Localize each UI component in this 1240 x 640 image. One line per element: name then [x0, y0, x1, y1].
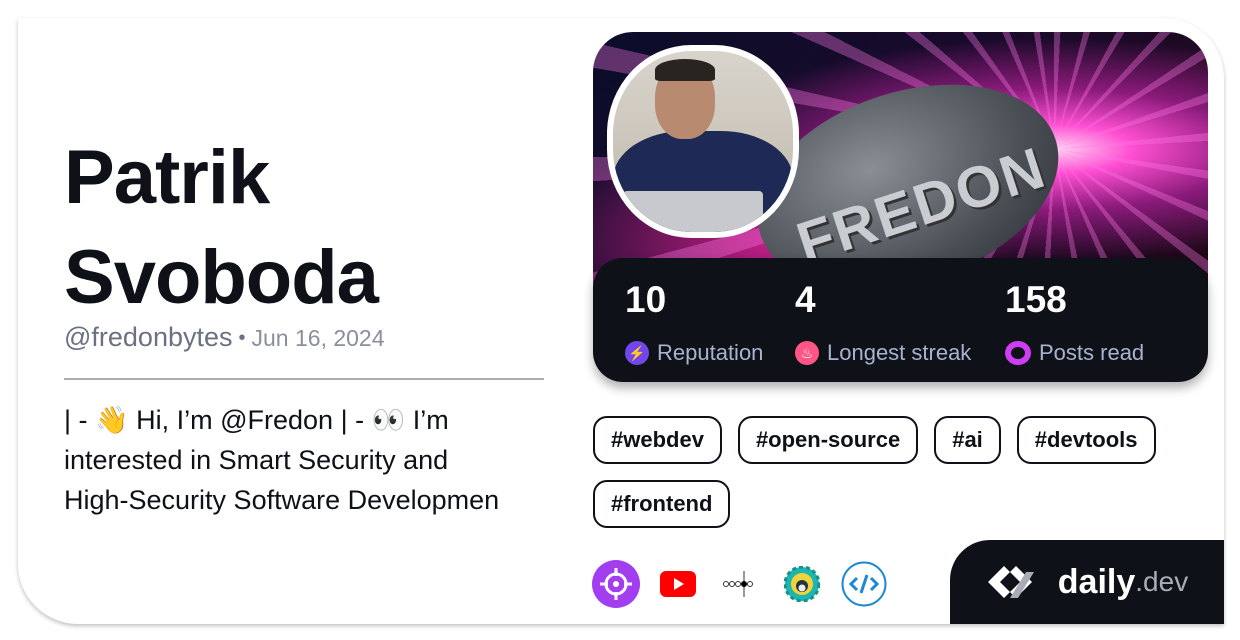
- username: @fredonbytes: [64, 322, 233, 352]
- tag: #open-source: [737, 416, 919, 464]
- social-links: [592, 560, 888, 608]
- profile-meta: @fredonbytes • Jun 16, 2024: [64, 322, 385, 352]
- join-date: Jun 16, 2024: [251, 325, 385, 351]
- gear-avatar-icon[interactable]: [778, 560, 826, 608]
- stat-posts-read: 158 Posts read: [1005, 279, 1145, 365]
- daily-dev-logo: daily .dev: [950, 540, 1224, 624]
- stat-reputation: 10 ⚡ Reputation: [625, 279, 764, 365]
- profile-name: Patrik Svoboda: [64, 135, 379, 320]
- youtube-icon[interactable]: [654, 560, 702, 608]
- avatar: [607, 45, 799, 238]
- lightning-icon: ⚡: [625, 341, 649, 365]
- divider: [64, 378, 544, 380]
- network-icon[interactable]: [716, 560, 764, 608]
- tag: #ai: [934, 416, 1001, 464]
- flame-icon: ♨: [795, 341, 819, 365]
- stats-panel: 10 ⚡ Reputation 4 ♨ Longest streak 158 Pos…: [593, 258, 1208, 382]
- bio: | - 👋 Hi, I’m @Fredon | - 👀 I’m intereste…: [64, 405, 500, 515]
- tag: #devtools: [1016, 416, 1156, 464]
- tag: #webdev: [593, 416, 722, 464]
- tags: #webdev #open-source #ai #devtools #fron…: [593, 416, 1213, 528]
- crosshair-icon[interactable]: [592, 560, 640, 608]
- eye-ring-icon: [1005, 341, 1031, 365]
- tag: #frontend: [593, 480, 731, 528]
- daily-dev-logo-icon: [987, 566, 1034, 598]
- stat-longest-streak: 4 ♨ Longest streak: [795, 279, 972, 365]
- code-icon[interactable]: [840, 560, 888, 608]
